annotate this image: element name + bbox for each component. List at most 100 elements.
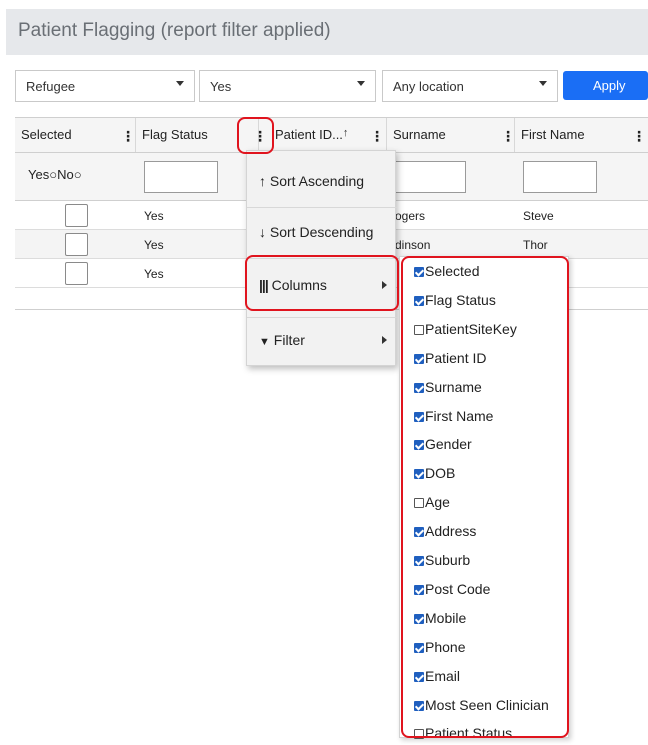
first-name-filter-input[interactable] <box>523 161 597 193</box>
column-toggle-label: Patient ID <box>425 349 487 366</box>
column-toggle[interactable]: PatientSiteKey <box>414 321 517 341</box>
cell-flag-status: Yes <box>144 209 164 223</box>
column-toggle[interactable]: Selected <box>414 263 479 283</box>
column-toggle[interactable]: Suburb <box>414 552 470 572</box>
checkbox-checked-icon[interactable] <box>414 642 424 653</box>
column-toggle-label: Selected <box>425 263 480 279</box>
column-toggle-label: Most Seen Clinician <box>425 696 549 713</box>
column-menu: ↑ Sort Ascending ↓ Sort Descending ||| C… <box>246 150 397 366</box>
column-toggle[interactable]: Flag Status <box>414 292 496 312</box>
menu-divider <box>247 258 397 259</box>
column-toggle[interactable]: First Name <box>414 408 493 428</box>
checkbox-checked-icon[interactable] <box>414 613 424 624</box>
column-menu-icon[interactable]: ⋮ <box>632 128 646 145</box>
column-toggle-label: Suburb <box>425 552 471 568</box>
column-toggle-label: PatientSiteKey <box>425 320 517 337</box>
column-toggle-label: Gender <box>425 436 472 453</box>
cell-first-name: Thor <box>523 238 548 252</box>
menu-item-columns[interactable]: ||| Columns <box>247 265 397 305</box>
row-checkbox[interactable] <box>65 262 88 285</box>
radio-no[interactable]: ○ <box>74 167 82 182</box>
menu-item-label: ↓ Sort Descending <box>259 224 374 240</box>
header-selected[interactable]: Selected ⋮ <box>15 118 136 152</box>
header-label: Surname <box>393 127 446 142</box>
checkbox-checked-icon[interactable] <box>414 382 424 393</box>
checkbox-checked-icon[interactable] <box>414 700 424 711</box>
column-toggle[interactable]: Phone <box>414 639 465 659</box>
surname-filter-input[interactable] <box>392 161 466 193</box>
column-toggle[interactable]: Gender <box>414 436 472 456</box>
menu-divider <box>247 317 397 318</box>
column-toggle-label: Phone <box>425 638 466 655</box>
page-title: Patient Flagging (report filter applied) <box>18 20 331 41</box>
column-menu-icon[interactable]: ⋮ <box>370 128 384 145</box>
column-toggle[interactable]: Surname <box>414 379 482 399</box>
chevron-down-icon <box>539 81 547 86</box>
column-toggle[interactable]: Patient Status <box>414 725 512 745</box>
column-toggle[interactable]: DOB <box>414 465 455 485</box>
menu-item-filter[interactable]: ▼ Filter <box>247 320 397 360</box>
apply-button[interactable]: Apply <box>563 71 648 100</box>
header-flag-status[interactable]: Flag Status ⋮ <box>136 118 267 152</box>
column-toggle[interactable]: Mobile <box>414 610 466 630</box>
header-patient-id[interactable]: Patient ID...↑ ⋮ <box>270 118 387 152</box>
cell-flag-status: Yes <box>144 238 164 252</box>
column-toggle[interactable]: Address <box>414 523 476 543</box>
row-checkbox[interactable] <box>65 233 88 256</box>
radio-yes[interactable]: ○ <box>49 167 57 182</box>
column-toggle-label: Flag Status <box>425 291 496 308</box>
header-first-name[interactable]: First Name ⋮ <box>515 118 648 152</box>
column-toggle-label: Mobile <box>425 609 467 626</box>
funnel-icon: ▼ <box>259 336 270 348</box>
checkbox-checked-icon[interactable] <box>414 469 424 480</box>
cell-flag-status: Yes <box>144 267 164 281</box>
checkbox-checked-icon[interactable] <box>414 267 424 277</box>
header-label: Patient ID...↑ <box>275 127 349 142</box>
column-toggle-label: Patient Status <box>425 725 513 742</box>
cell-surname: ogers <box>395 209 426 223</box>
header-label: Flag Status <box>142 127 208 142</box>
flag-select-value: Refugee <box>26 79 76 94</box>
column-toggle[interactable]: Age <box>414 494 450 514</box>
header-surname[interactable]: Surname ⋮ <box>387 118 515 152</box>
page-header: Patient Flagging (report filter applied) <box>6 9 648 55</box>
cell-surname: dinson <box>395 238 431 252</box>
flag-select[interactable]: Refugee <box>15 70 195 102</box>
columns-panel: Selected Flag Status PatientSiteKey Patient… <box>399 256 569 741</box>
menu-item-sort-ascending[interactable]: ↑ Sort Ascending <box>247 161 397 201</box>
column-menu-icon[interactable]: ⋮ <box>501 128 515 145</box>
column-menu-icon[interactable]: ⋮ <box>121 128 135 145</box>
checkbox-checked-icon[interactable] <box>414 295 424 306</box>
checkbox-checked-icon[interactable] <box>414 556 424 566</box>
apply-button-label: Apply <box>593 78 626 93</box>
column-toggle[interactable]: Post Code <box>414 581 490 601</box>
column-toggle[interactable]: Patient ID <box>414 350 486 370</box>
checkbox-checked-icon[interactable] <box>414 411 424 422</box>
selected-filter-radios[interactable]: Yes○No○ <box>28 167 82 182</box>
checkbox-checked-icon[interactable] <box>414 440 424 451</box>
column-toggle[interactable]: Email <box>414 668 460 688</box>
chevron-down-icon <box>357 81 365 86</box>
menu-item-label: ▼ Filter <box>259 332 305 348</box>
checkbox-checked-icon[interactable] <box>414 671 424 682</box>
flag-value-select[interactable]: Yes <box>199 70 376 102</box>
checkbox-empty-icon[interactable] <box>414 324 424 335</box>
header-label: First Name <box>521 127 585 142</box>
menu-item-sort-descending[interactable]: ↓ Sort Descending <box>247 212 397 252</box>
row-checkbox[interactable] <box>65 204 88 227</box>
flag-status-filter-input[interactable] <box>144 161 218 193</box>
checkbox-checked-icon[interactable] <box>414 584 424 595</box>
location-select-value: Any location <box>393 79 464 94</box>
menu-item-label: ↑ Sort Ascending <box>259 173 365 189</box>
column-toggle-label: Address <box>425 523 477 540</box>
column-toggle[interactable]: Most Seen Clinician <box>414 697 549 717</box>
location-select[interactable]: Any location <box>382 70 558 102</box>
sort-ascending-icon: ↑ <box>342 127 349 139</box>
checkbox-checked-icon[interactable] <box>414 353 424 364</box>
checkbox-checked-icon[interactable] <box>414 527 424 538</box>
chevron-right-icon <box>382 281 387 289</box>
column-menu-icon[interactable]: ⋮ <box>253 128 267 145</box>
cell-first-name: Steve <box>523 209 554 223</box>
chevron-right-icon <box>382 336 387 344</box>
checkbox-empty-icon[interactable] <box>414 498 424 509</box>
